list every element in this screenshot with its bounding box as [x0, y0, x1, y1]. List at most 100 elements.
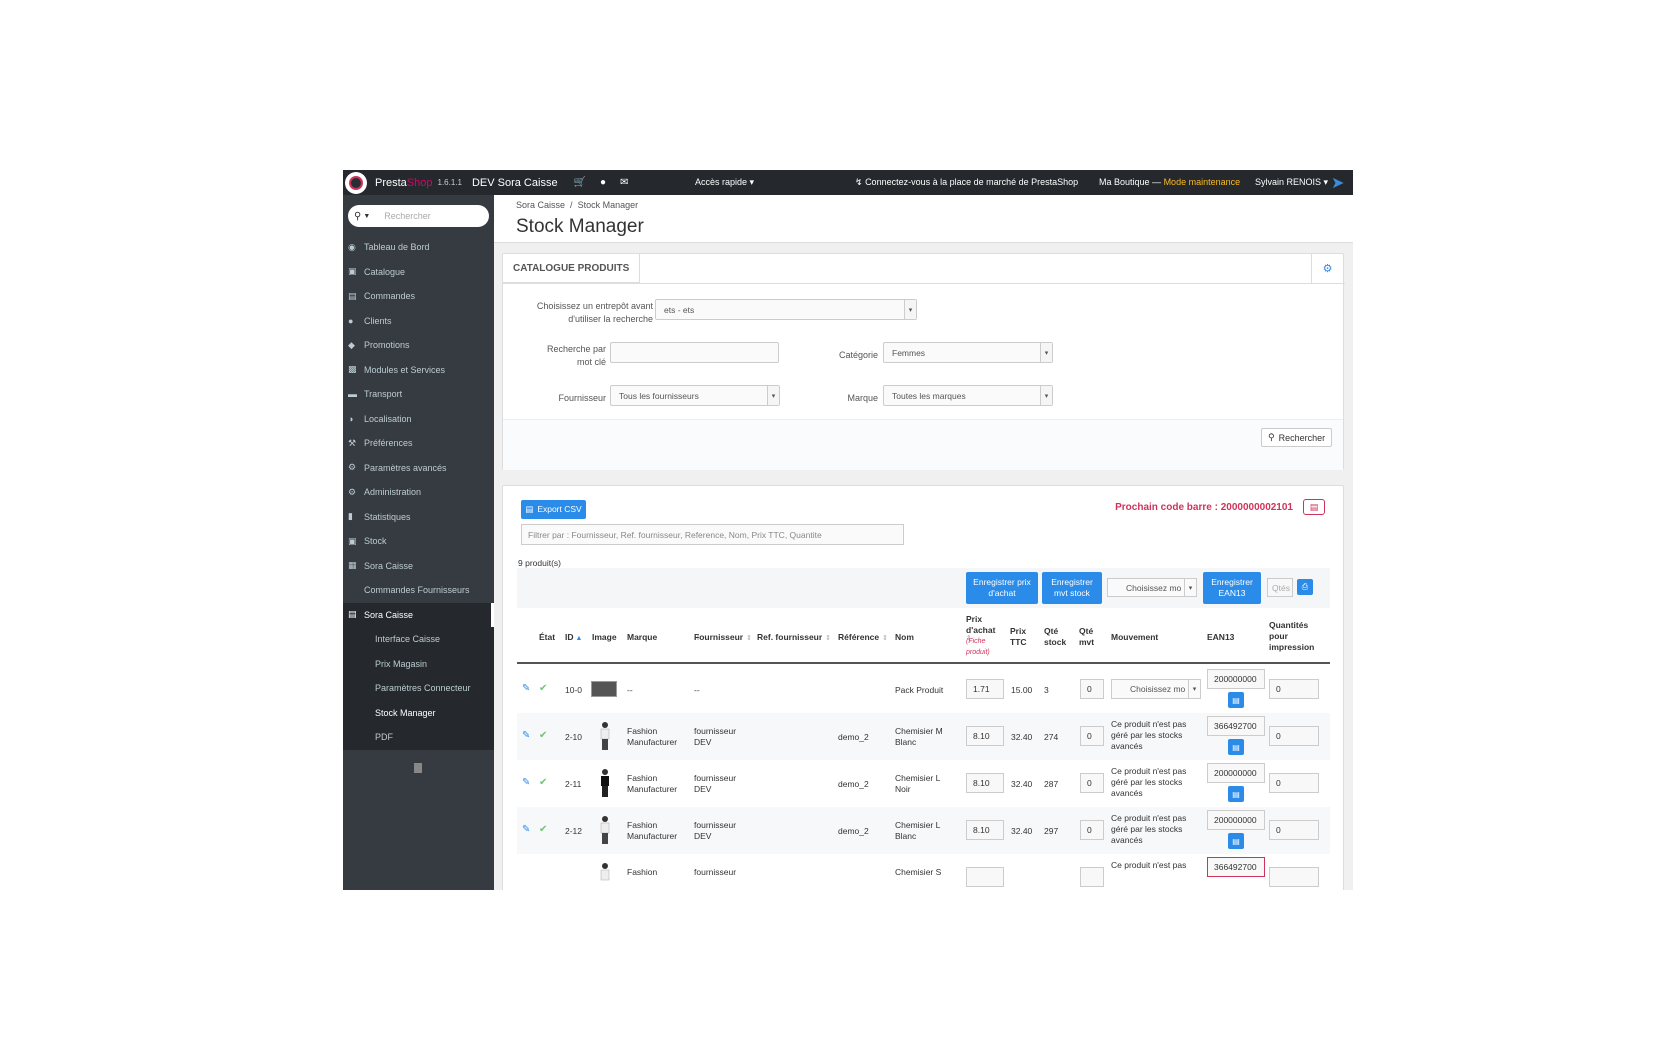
export-csv-button[interactable]: ▤ Export CSV [521, 500, 586, 519]
edit-icon[interactable]: ✎ [522, 777, 530, 788]
ean13-input[interactable]: 366492700 [1207, 857, 1265, 877]
movement-type-select[interactable]: Choisissez mo ▾ [1107, 578, 1197, 597]
brand-select[interactable]: Toutes les marques ▾ [883, 385, 1053, 406]
product-thumbnail[interactable] [591, 681, 617, 697]
sidebar-item-orders[interactable]: ▤ Commandes [343, 284, 494, 309]
movement-qty-input[interactable]: 0 [1080, 679, 1104, 699]
search-icon[interactable]: ⚲ [354, 211, 361, 222]
product-thumbnail[interactable] [593, 815, 617, 845]
barcode-icon[interactable]: ▤ [1228, 692, 1244, 708]
check-icon[interactable]: ✔ [539, 777, 547, 788]
cell-nom[interactable]: Pack Produit [895, 685, 943, 696]
print-qty-input[interactable]: 0 [1269, 820, 1319, 840]
print-qty-input[interactable]: 0 [1269, 726, 1319, 746]
ean13-input[interactable]: 366492700 [1207, 716, 1265, 736]
cell-nom[interactable]: Chemisier L Blanc [895, 820, 940, 842]
sidebar-item-customers[interactable]: ● Clients [343, 309, 494, 334]
print-quantity-input[interactable]: Qtés [1267, 578, 1293, 597]
ean13-input[interactable]: 200000000 [1207, 763, 1265, 783]
supplier-select[interactable]: Tous les fournisseurs ▾ [610, 385, 780, 406]
sidebar-subitem-parametres-connecteur[interactable]: Paramètres Connecteur [343, 676, 494, 701]
sidebar-item-stock[interactable]: ▣ Stock [343, 529, 494, 554]
barcode-icon[interactable]: ▤ [1228, 833, 1244, 849]
cell-nom[interactable]: Chemisier L Noir [895, 773, 940, 795]
header-ref-fournisseur[interactable]: Ref. fournisseur ⇕ [757, 632, 831, 644]
sidebar-item-advanced-params[interactable]: ⚙ Paramètres avancés [343, 456, 494, 481]
cell-nom[interactable]: Chemisier M Blanc [895, 726, 943, 748]
ean13-input[interactable]: 200000000 [1207, 669, 1265, 689]
save-ean13-button[interactable]: Enregistrer EAN13 [1203, 572, 1261, 604]
edit-icon[interactable]: ✎ [522, 683, 530, 694]
header-reference[interactable]: Référence ⇕ [838, 632, 888, 644]
sidebar-subitem-pdf[interactable]: PDF [343, 725, 494, 750]
sidebar-search[interactable]: ⚲ ▼ Rechercher [348, 205, 489, 227]
product-thumbnail[interactable] [593, 768, 617, 798]
sidebar-item-preferences[interactable]: ⚒ Préférences [343, 431, 494, 456]
sidebar-item-administration[interactable]: ⚙ Administration [343, 480, 494, 505]
caret-down-icon[interactable]: ▼ [363, 213, 370, 220]
movement-qty-input[interactable]: 0 [1080, 820, 1104, 840]
purchase-price-input[interactable]: 8.10 [966, 726, 1004, 746]
save-purchase-price-button[interactable]: Enregistrer prix d'achat [966, 572, 1038, 604]
header-marque[interactable]: Marque ⇕ [627, 632, 701, 644]
header-fournisseur[interactable]: Fournisseur ⇕ [694, 632, 752, 644]
save-stock-movement-button[interactable]: Enregistrer mvt stock [1042, 572, 1102, 604]
header-nom[interactable]: Nom ⇕ [895, 632, 972, 644]
sidebar-item-localization[interactable]: ◑ Localisation [343, 407, 494, 432]
sidebar-subitem-interface-caisse[interactable]: Interface Caisse [343, 627, 494, 652]
sidebar-subitem-stock-manager[interactable]: Stock Manager [343, 701, 494, 726]
cell-nom[interactable]: Chemisier S [895, 867, 941, 878]
print-qty-input[interactable]: 0 [1269, 679, 1319, 699]
warehouse-select[interactable]: ets - ets ▾ [655, 299, 917, 320]
ean13-input[interactable]: 200000000 [1207, 810, 1265, 830]
product-thumbnail[interactable] [593, 721, 617, 751]
search-button[interactable]: ⚲ Rechercher [1261, 428, 1333, 447]
sidebar-item-catalogue[interactable]: ▣ Catalogue [343, 260, 494, 285]
sidebar-item-supplier-orders[interactable]: Commandes Fournisseurs [343, 578, 494, 603]
sidebar-item-sora-caisse-active[interactable]: ▤ Sora Caisse [343, 602, 494, 627]
sidebar-item-dashboard[interactable]: ◉ Tableau de Bord [343, 235, 494, 260]
edit-icon[interactable]: ✎ [522, 730, 530, 741]
collapse-sidebar-handle[interactable] [414, 763, 422, 773]
barcode-icon[interactable]: ▤ [1228, 786, 1244, 802]
check-icon[interactable]: ✔ [539, 730, 547, 741]
sidebar-item-stats[interactable]: ▮ Statistiques [343, 505, 494, 530]
shop-link[interactable]: Ma Boutique — Mode maintenance [1099, 177, 1240, 187]
barcode-icon[interactable]: ▤ [1228, 739, 1244, 755]
check-icon[interactable]: ✔ [539, 824, 547, 835]
print-icon[interactable]: ⎙ [1297, 579, 1313, 595]
tab-catalogue-produits[interactable]: CATALOGUE PRODUITS [503, 254, 641, 283]
category-select[interactable]: Femmes ▾ [883, 342, 1053, 363]
header-id[interactable]: ID ▲ [565, 632, 582, 644]
purchase-price-input[interactable]: 8.10 [966, 820, 1004, 840]
breadcrumb-parent[interactable]: Sora Caisse [516, 200, 565, 210]
shop-name[interactable]: DEV Sora Caisse [472, 177, 558, 189]
cart-icon[interactable]: 🛒 [574, 177, 586, 188]
sidebar-item-modules[interactable]: ▩ Modules et Services [343, 358, 494, 383]
user-icon[interactable]: ● [600, 177, 606, 188]
purchase-price-input[interactable]: 1.71 [966, 679, 1004, 699]
keyword-input[interactable] [610, 342, 779, 363]
table-filter-input[interactable]: Filtrer par : Fournisseur, Ref. fourniss… [521, 524, 904, 545]
sidebar-item-promotions[interactable]: ◆ Promotions [343, 333, 494, 358]
edit-icon[interactable]: ✎ [522, 824, 530, 835]
header-etat[interactable]: État [539, 632, 555, 643]
check-icon[interactable]: ✔ [539, 683, 547, 694]
envelope-icon[interactable]: ✉ [620, 177, 628, 188]
user-menu[interactable]: Sylvain RENOIS ▾ [1255, 177, 1328, 188]
settings-gears-icon[interactable]: ⚙ [1311, 254, 1343, 283]
search-input[interactable]: Rechercher [384, 211, 431, 221]
movement-qty-input[interactable]: 0 [1080, 773, 1104, 793]
sidebar-subitem-prix-magasin[interactable]: Prix Magasin [343, 652, 494, 677]
purchase-price-input[interactable]: 8.10 [966, 773, 1004, 793]
print-qty-input[interactable]: 0 [1269, 773, 1319, 793]
quick-access-menu[interactable]: Accès rapide ▾ [695, 177, 754, 188]
purchase-price-input[interactable] [966, 867, 1004, 887]
product-thumbnail[interactable] [593, 862, 617, 890]
marketplace-link[interactable]: ↯ Connectez-vous à la place de marché de… [855, 177, 1078, 188]
movement-select[interactable]: Choisissez mo ▾ [1111, 679, 1201, 699]
movement-qty-input[interactable] [1080, 867, 1104, 887]
sidebar-item-sora-caisse[interactable]: ▦ Sora Caisse [343, 554, 494, 579]
sidebar-item-shipping[interactable]: ▬ Transport [343, 382, 494, 407]
barcode-icon[interactable]: ▤ [1303, 499, 1325, 515]
